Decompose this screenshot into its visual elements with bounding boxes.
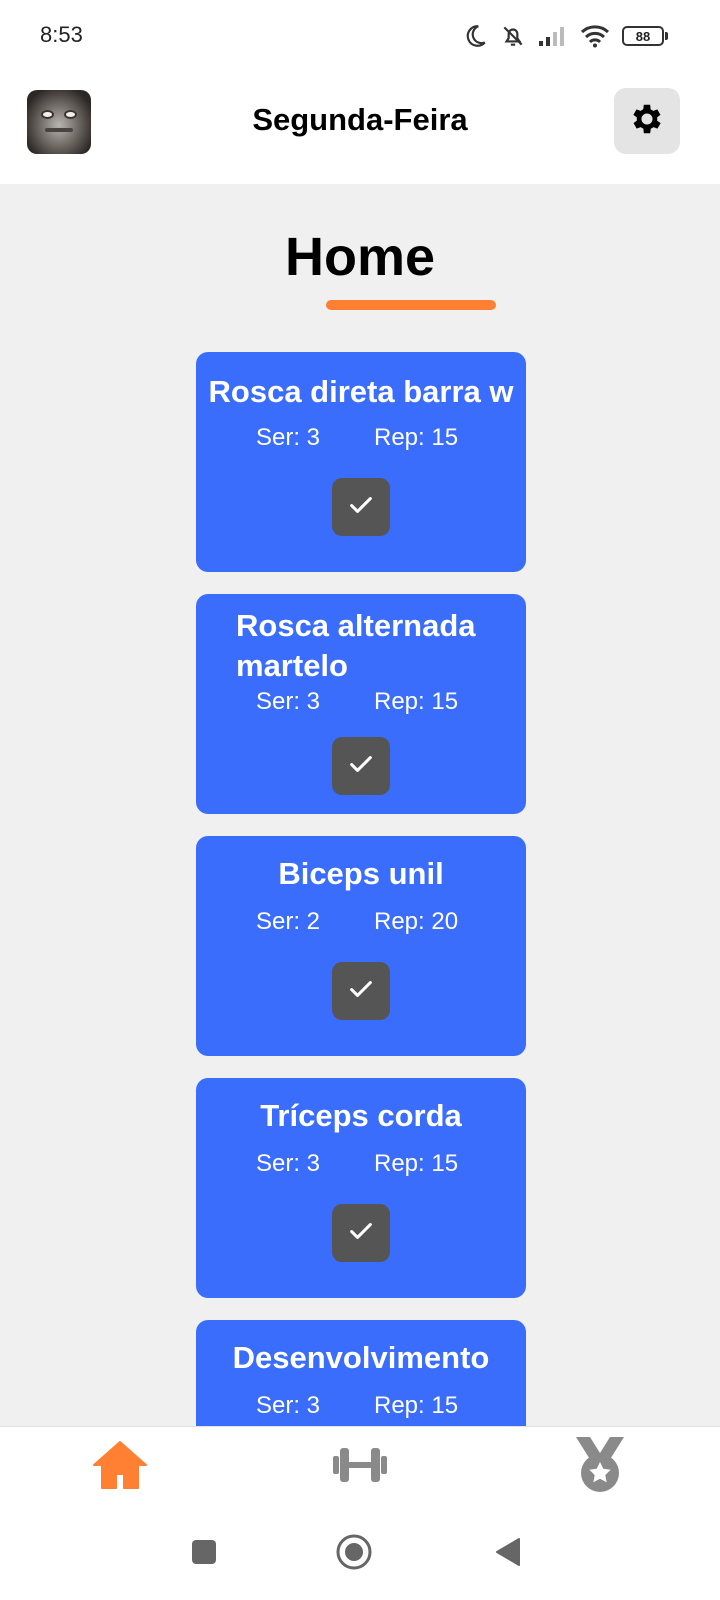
page-title: Home [284, 227, 436, 287]
header-title: Segunda-Feira [252, 102, 468, 137]
nav-workouts[interactable] [328, 1435, 392, 1499]
exercise-card[interactable]: Rosca alternada martelo Ser: 3 Rep: 15 [196, 594, 526, 814]
complete-button[interactable] [332, 737, 390, 795]
home-icon [91, 1439, 149, 1496]
complete-button[interactable] [332, 962, 390, 1020]
exercise-card[interactable]: Rosca direta barra w Ser: 3 Rep: 15 [196, 352, 526, 572]
exercise-series: Ser: 3 [256, 424, 321, 451]
status-icons: 88 [462, 20, 668, 52]
exercise-name: Rosca alternada martelo [236, 608, 476, 683]
nav-home[interactable] [88, 1435, 152, 1499]
exercise-series: Ser: 3 [256, 1150, 321, 1177]
battery-icon: 88 [622, 26, 668, 46]
exercise-series: Ser: 3 [256, 688, 321, 715]
nav-achievements[interactable] [568, 1435, 632, 1499]
check-icon [347, 750, 375, 783]
exercise-name: Biceps unil [278, 856, 444, 891]
gear-icon [628, 100, 666, 143]
check-icon [347, 1217, 375, 1250]
exercise-series: Ser: 3 [256, 1392, 321, 1419]
recents-icon [190, 1538, 218, 1571]
back-button[interactable] [488, 1534, 528, 1574]
exercise-reps: Rep: 20 [374, 908, 459, 935]
status-bar: 8:53 88 [0, 0, 720, 72]
exercise-name: Desenvolvimento [232, 1340, 490, 1375]
medal-icon [571, 1435, 629, 1500]
complete-button[interactable] [332, 478, 390, 536]
check-icon [347, 491, 375, 524]
system-nav [0, 1512, 720, 1600]
status-time: 8:53 [40, 22, 83, 47]
bottom-nav [0, 1426, 720, 1512]
app-header: Segunda-Feira [0, 72, 720, 184]
exercise-name: Tríceps corda [260, 1098, 462, 1133]
wifi-icon [580, 24, 610, 48]
bell-off-icon [500, 23, 526, 49]
main-content[interactable]: Home Rosca direta barra w Ser: 3 Rep: 15… [0, 184, 720, 1426]
back-icon [493, 1536, 523, 1573]
exercise-card[interactable]: Tríceps corda Ser: 3 Rep: 15 [196, 1078, 526, 1298]
signal-icon [538, 25, 568, 47]
home-circle-icon [335, 1533, 373, 1576]
exercise-reps: Rep: 15 [374, 1392, 459, 1419]
title-underline [326, 300, 496, 310]
settings-button[interactable] [614, 88, 680, 154]
check-icon [347, 975, 375, 1008]
moon-icon [462, 23, 488, 49]
complete-button[interactable] [332, 1204, 390, 1262]
dumbbell-icon [331, 1443, 389, 1492]
battery-level: 88 [622, 26, 664, 46]
exercise-card[interactable]: Desenvolvimento Ser: 3 Rep: 15 [196, 1320, 526, 1426]
exercise-name: Rosca direta barra w [208, 374, 514, 409]
exercise-reps: Rep: 15 [374, 424, 459, 451]
exercise-reps: Rep: 15 [374, 688, 459, 715]
exercise-series: Ser: 2 [256, 908, 321, 935]
exercise-card[interactable]: Biceps unil Ser: 2 Rep: 20 [196, 836, 526, 1056]
recents-button[interactable] [184, 1534, 224, 1574]
exercise-reps: Rep: 15 [374, 1150, 459, 1177]
system-home-button[interactable] [334, 1534, 374, 1574]
